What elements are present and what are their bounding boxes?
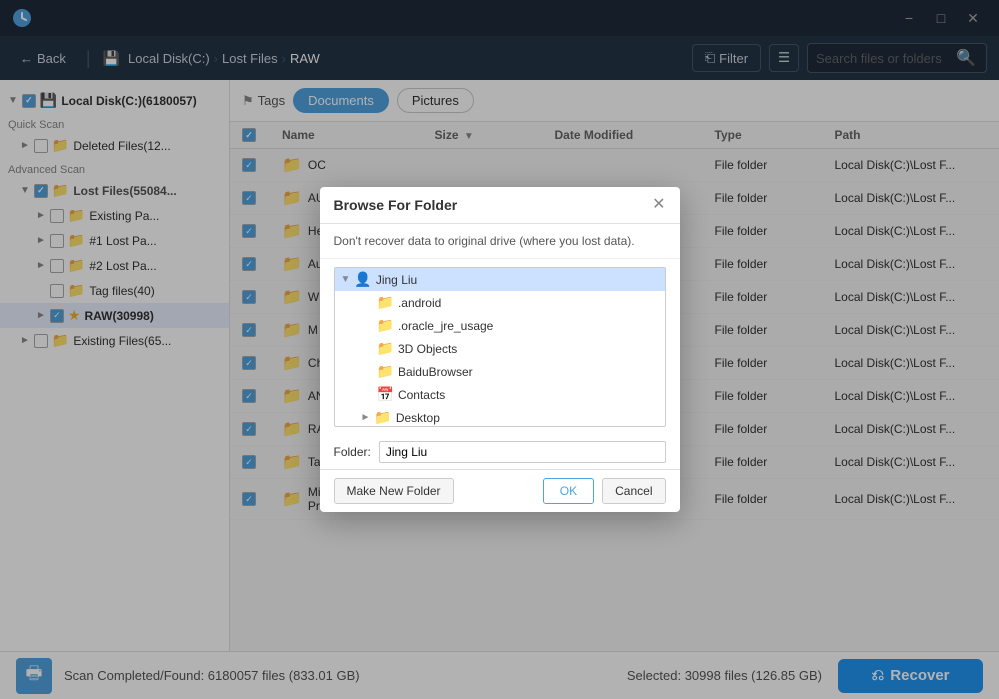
modal-overlay: Browse For Folder ✕ Don't recover data t… [0,0,999,699]
tree-item-label: 3D Objects [398,342,457,356]
modal-header: Browse For Folder ✕ [320,187,680,224]
folder-path-input[interactable] [379,441,666,463]
modal-footer: Make New Folder OK Cancel [320,469,680,512]
tree-folder-icon: 📁 [374,409,391,426]
browse-folder-modal: Browse For Folder ✕ Don't recover data t… [320,187,680,512]
tree-item[interactable]: 📁 .oracle_jre_usage [335,314,665,337]
tree-item[interactable]: 📁 3D Objects [335,337,665,360]
tree-item-label: Contacts [398,388,445,402]
folder-label-row: Folder: [320,435,680,469]
tree-folder-icon: 📅 [377,386,394,403]
tree-root-arrow: ▼ [341,274,351,285]
tree-item[interactable]: 📁 BaiduBrowser [335,360,665,383]
tree-item-label: .android [398,296,441,310]
tree-root-label: Jing Liu [376,273,417,287]
modal-close-button[interactable]: ✕ [652,197,665,213]
tree-item-label: .oracle_jre_usage [398,319,493,333]
tree-item[interactable]: 📅 Contacts [335,383,665,406]
tree-folder-icon: 📁 [377,317,394,334]
tree-folder-icon: 📁 [377,294,394,311]
folder-label-text: Folder: [334,445,371,459]
modal-title: Browse For Folder [334,197,458,213]
tree-item[interactable]: 📁 .android [335,291,665,314]
tree-item-arrow: ► [361,412,371,423]
warning-text: Don't recover data to original drive (wh… [334,234,635,248]
tree-item[interactable]: ► 📁 Desktop [335,406,665,427]
tree-item-label: BaiduBrowser [398,365,473,379]
ok-button[interactable]: OK [543,478,594,504]
modal-warning: Don't recover data to original drive (wh… [320,224,680,259]
modal-footer-right: OK Cancel [543,478,666,504]
modal-tree[interactable]: ▼ 👤 Jing Liu 📁 .android 📁 .oracle_jre_us… [334,267,666,427]
make-new-folder-button[interactable]: Make New Folder [334,478,454,504]
tree-folder-icon: 📁 [377,340,394,357]
tree-item-label: Desktop [396,411,440,425]
cancel-button[interactable]: Cancel [602,478,665,504]
tree-root-item[interactable]: ▼ 👤 Jing Liu [335,268,665,291]
tree-user-icon: 👤 [354,271,371,288]
tree-folder-icon: 📁 [377,363,394,380]
